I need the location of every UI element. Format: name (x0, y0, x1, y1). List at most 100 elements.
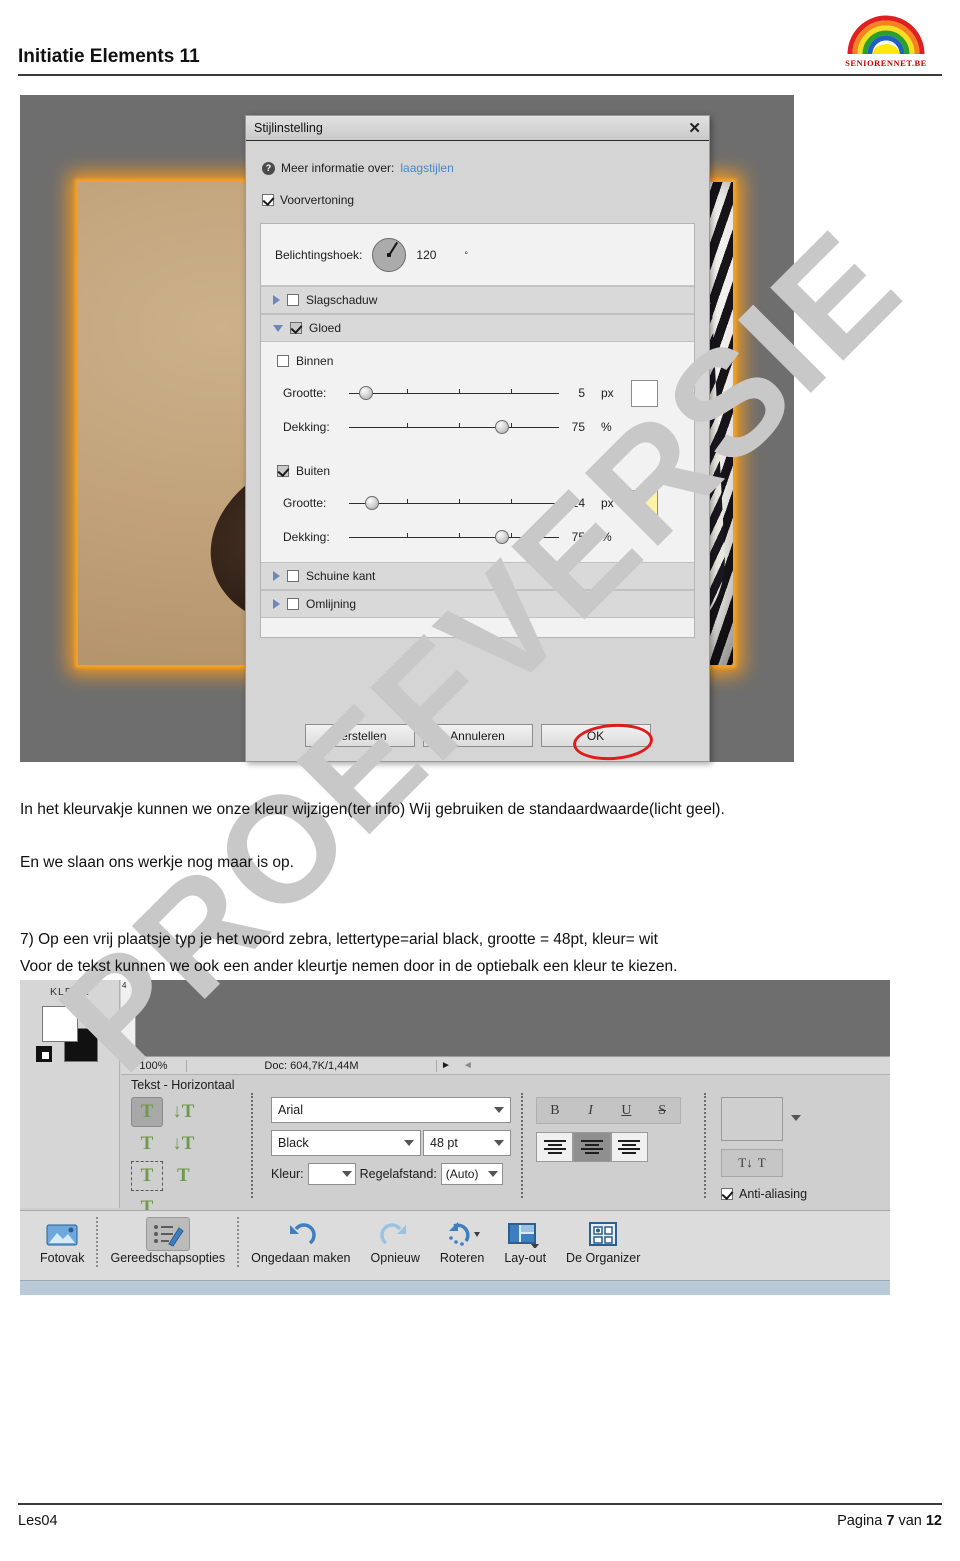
reset-button[interactable]: Herstellen (304, 724, 415, 747)
text-tool-buttons: T ↓T T ↓T T T T (131, 1097, 236, 1225)
inner-size-slider[interactable] (349, 386, 559, 400)
undo-icon (284, 1217, 318, 1251)
rotate-icon (442, 1217, 482, 1251)
bold-button[interactable]: B (537, 1098, 573, 1123)
horizontal-type-tool-icon[interactable]: T (131, 1097, 163, 1127)
text-color-row: Kleur: Regelafstand: (Auto) (271, 1163, 511, 1185)
paragraph-step-7: 7) Op een vrij plaatsje typ je het woord… (20, 931, 658, 948)
cancel-button[interactable]: Annuleren (422, 724, 533, 747)
glow-label: Gloed (309, 321, 342, 335)
chevron-down-icon[interactable] (341, 1171, 352, 1177)
page-of: van (898, 1513, 922, 1529)
inner-glow-color-swatch[interactable] (631, 379, 658, 407)
leading-select[interactable]: (Auto) (440, 1163, 503, 1185)
chevron-right-icon[interactable] (273, 571, 280, 581)
chevron-down-icon[interactable] (487, 1171, 498, 1177)
inner-glow-opacity-row: Dekking: 75 % (273, 410, 682, 444)
outer-glow-color-swatch[interactable] (631, 489, 658, 517)
taskbar-item-undo[interactable]: Ongedaan maken (241, 1217, 360, 1265)
ok-button[interactable]: OK (540, 724, 651, 747)
taskbar-item-layout[interactable]: Lay-out (494, 1217, 556, 1265)
warp-text-tool-icon[interactable]: T (167, 1161, 199, 1191)
underline-button[interactable]: U (609, 1098, 645, 1123)
align-left-button[interactable] (536, 1132, 574, 1162)
outer-glow-checkbox-row[interactable]: Buiten (277, 464, 682, 478)
taskbar-item-redo[interactable]: Opnieuw (361, 1217, 430, 1265)
degree-symbol: ° (464, 249, 468, 260)
preview-checkbox-row[interactable]: Voorvertoning (262, 193, 695, 207)
taskbar-item-rotate[interactable]: Roteren (430, 1217, 494, 1265)
chevron-down-icon[interactable] (494, 1140, 504, 1146)
organizer-icon (586, 1217, 620, 1251)
stroke-checkbox[interactable] (287, 598, 299, 610)
section-header-glow[interactable]: Gloed (261, 314, 694, 342)
bevel-checkbox[interactable] (287, 570, 299, 582)
section-header-bevel[interactable]: Schuine kant (261, 562, 694, 590)
outer-size-value[interactable]: 14 (559, 496, 601, 510)
zoom-level[interactable]: 100% (121, 1059, 187, 1072)
redo-icon (378, 1217, 412, 1251)
antialias-checkbox[interactable] (721, 1188, 733, 1200)
section-header-stroke[interactable]: Omlijning (261, 590, 694, 618)
angle-value[interactable]: 120 (416, 248, 454, 262)
layout-icon (505, 1217, 545, 1251)
chevron-down-icon[interactable] (404, 1140, 414, 1146)
preview-checkbox[interactable] (262, 194, 274, 206)
text-color-swatch[interactable] (307, 1163, 356, 1185)
taskbar-divider (96, 1217, 99, 1267)
antialias-row[interactable]: Anti-aliasing (721, 1187, 871, 1201)
inner-size-value[interactable]: 5 (559, 386, 601, 400)
taskbar-item-organizer[interactable]: De Organizer (556, 1217, 650, 1265)
inner-glow-checkbox[interactable] (277, 355, 289, 367)
chevron-right-icon[interactable] (273, 295, 280, 305)
section-header-drop-shadow[interactable]: Slagschaduw (261, 286, 694, 314)
page-prefix: Pagina (837, 1513, 883, 1529)
horizontal-type-mask-tool-icon[interactable]: T (131, 1129, 163, 1159)
inner-opacity-slider[interactable] (349, 420, 559, 434)
status-collapse-icon[interactable]: ◄ (463, 1060, 473, 1071)
outer-opacity-slider[interactable] (349, 530, 559, 544)
outer-glow-checkbox[interactable] (277, 465, 289, 477)
status-expand-icon[interactable]: ► (441, 1060, 451, 1071)
more-info-label: Meer informatie over: (281, 161, 395, 175)
taskbar-label: Fotovak (40, 1251, 85, 1265)
ruler-mark-bottom: 1 (122, 1045, 127, 1054)
taskbar-label: Opnieuw (370, 1251, 420, 1265)
warp-text-preview[interactable] (721, 1097, 783, 1141)
inner-opacity-value[interactable]: 75 (559, 420, 601, 434)
italic-button[interactable]: I (573, 1098, 609, 1123)
type-selection-tool-icon[interactable]: T (131, 1161, 163, 1191)
photo-bin-icon (45, 1217, 79, 1251)
align-center-button[interactable] (573, 1132, 611, 1162)
chevron-down-icon[interactable] (791, 1115, 801, 1121)
taskbar-item-tool-options[interactable]: Gereedschapsopties (100, 1217, 235, 1265)
outer-size-slider[interactable] (349, 496, 559, 510)
outer-glow-group: Buiten Grootte: 14 px Dekking: 75 % (261, 452, 694, 562)
inner-glow-checkbox-row[interactable]: Binnen (277, 354, 682, 368)
default-colors-icon[interactable] (36, 1046, 52, 1062)
swap-colors-icon[interactable]: ↷ (86, 1004, 98, 1021)
text-orientation-button[interactable]: T↓ T (721, 1149, 783, 1177)
help-icon[interactable]: ? (262, 161, 275, 175)
align-right-button[interactable] (610, 1132, 648, 1162)
text-tool-options-screenshot: KLEUR ↷ 4 1 100% Doc: 604,7K/1,44M ► ◄ T… (20, 980, 890, 1295)
font-family-select[interactable]: Arial (271, 1097, 511, 1123)
vertical-type-tool-icon[interactable]: ↓T (167, 1097, 199, 1127)
vertical-type-mask-tool-icon[interactable]: ↓T (167, 1129, 199, 1159)
glow-checkbox[interactable] (290, 322, 302, 334)
paragraph-save-work: En we slaan ons werkje nog maar is op. (20, 854, 294, 871)
outer-opacity-value[interactable]: 75 (559, 530, 601, 544)
foreground-color-swatch[interactable] (42, 1006, 78, 1042)
close-icon[interactable]: ✕ (688, 121, 701, 136)
strikethrough-button[interactable]: S (644, 1098, 680, 1123)
drop-shadow-checkbox[interactable] (287, 294, 299, 306)
taskbar-item-photo-bin[interactable]: Fotovak (30, 1217, 94, 1265)
chevron-right-icon[interactable] (273, 599, 280, 609)
outer-size-unit: px (601, 496, 614, 510)
angle-dial[interactable] (372, 237, 407, 272)
layer-styles-link[interactable]: laagstijlen (400, 161, 453, 175)
font-size-select[interactable]: 48 pt (423, 1130, 511, 1156)
chevron-down-icon[interactable] (494, 1107, 504, 1113)
font-style-select[interactable]: Black (271, 1130, 421, 1156)
chevron-down-icon[interactable] (273, 324, 283, 332)
